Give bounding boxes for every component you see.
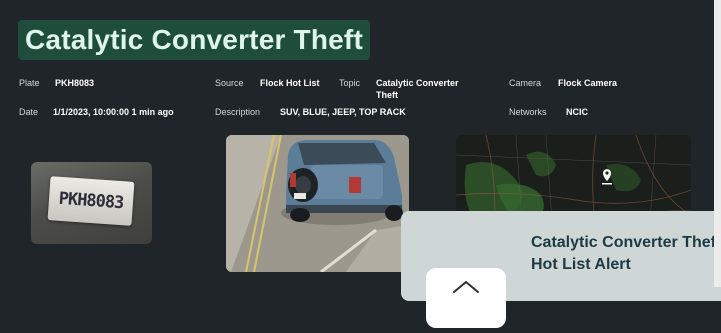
description-label: Description	[215, 107, 261, 117]
topic-label: Topic	[339, 78, 361, 88]
toast-icon-container	[426, 268, 506, 328]
description-value: SUV, BLUE, JEEP, TOP RACK	[280, 107, 406, 117]
license-plate: PKH8083	[47, 176, 135, 226]
camera-value: Flock Camera	[558, 78, 618, 88]
date-value: 1/1/2023, 10:00:00 1 min ago	[53, 107, 174, 117]
home-icon	[453, 280, 479, 293]
source-label: Source	[215, 78, 244, 88]
vehicle-image[interactable]	[226, 135, 409, 272]
plate-label: Plate	[19, 78, 40, 88]
networks-label: Networks	[509, 107, 547, 117]
hot-list-alert-toast[interactable]: Catalytic Converter Theft Hot List Alert	[401, 211, 721, 328]
vehicle-photo-graphic	[226, 135, 409, 272]
source-value: Flock Hot List	[260, 78, 320, 88]
networks-value: NCIC	[566, 107, 588, 117]
license-plate-image[interactable]: PKH8083	[31, 162, 152, 244]
topic-value-line1: Catalytic Converter	[376, 78, 459, 88]
plate-value: PKH8083	[55, 78, 95, 88]
alert-title-banner: Catalytic Converter Theft	[18, 20, 370, 60]
topic-value-line2: Theft	[376, 90, 398, 100]
toast-title: Catalytic Converter Theft Hot List Alert	[531, 234, 721, 273]
license-plate-text: PKH8083	[58, 188, 124, 214]
right-edge-strip	[714, 0, 721, 287]
camera-label: Camera	[509, 78, 542, 88]
date-label: Date	[19, 107, 39, 117]
alert-title: Catalytic Converter Theft	[25, 24, 363, 55]
